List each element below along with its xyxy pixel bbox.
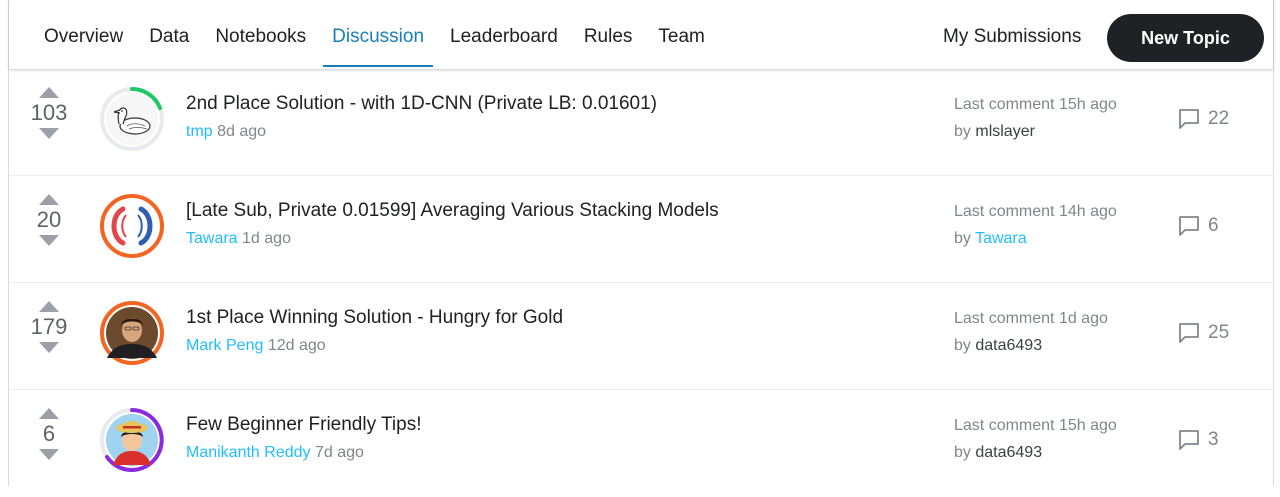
last-comment-label: Last comment — [954, 96, 1055, 113]
by-label: by — [954, 337, 971, 354]
posted-time: 1d ago — [242, 230, 291, 247]
comment-count-link[interactable]: 6 — [1178, 214, 1219, 238]
last-commenter-link[interactable]: data6493 — [975, 337, 1042, 354]
last-commenter-link[interactable]: mlslayer — [975, 123, 1035, 140]
vote-count: 20 — [36, 207, 62, 232]
last-comment-time: 1d ago — [1058, 310, 1108, 327]
last-comment-label: Last comment — [954, 310, 1055, 327]
last-comment-info: Last comment 15h ago — [954, 417, 1117, 435]
by-label: by — [954, 444, 971, 461]
topic-meta: Manikanth Reddy 7d ago — [186, 444, 364, 462]
comment-count: 3 — [1208, 429, 1219, 450]
upvote-icon[interactable] — [39, 301, 59, 312]
author-link[interactable]: Tawara — [186, 230, 238, 247]
vote-widget: 20 — [28, 188, 70, 258]
comment-bubble-icon — [1179, 216, 1199, 236]
comment-count-link[interactable]: 22 — [1178, 107, 1229, 131]
comment-count: 25 — [1208, 322, 1230, 343]
comment-count-link[interactable]: 3 — [1178, 428, 1219, 452]
anime-character-avatar[interactable] — [99, 407, 165, 473]
topic-list: 103 2nd Place Solution - with 1D-CNN (Pr… — [9, 69, 1273, 497]
vote-widget: 179 — [28, 295, 70, 365]
tab-overview[interactable]: Overview — [31, 0, 136, 69]
last-comment-by: by data6493 — [954, 337, 1042, 355]
upvote-icon[interactable] — [39, 408, 59, 419]
upvote-icon[interactable] — [39, 87, 59, 98]
tab-rules[interactable]: Rules — [571, 0, 646, 69]
comment-bubble-icon — [1179, 323, 1199, 343]
topic-row: 20 [Late Sub, Private 0.01599] Averaging… — [9, 176, 1273, 283]
topic-title[interactable]: 1st Place Winning Solution - Hungry for … — [186, 307, 563, 329]
by-label: by — [954, 123, 971, 140]
competition-nav: Overview Data Notebooks Discussion Leade… — [9, 0, 1273, 69]
vote-count: 6 — [42, 421, 56, 446]
last-commenter-link[interactable]: data6493 — [975, 444, 1042, 461]
vote-count: 103 — [30, 100, 68, 125]
topic-row: 103 2nd Place Solution - with 1D-CNN (Pr… — [9, 69, 1273, 176]
author-link[interactable]: Manikanth Reddy — [186, 444, 311, 461]
topic-title[interactable]: [Late Sub, Private 0.01599] Averaging Va… — [186, 200, 719, 222]
topic-row: 6 Few Beginner Friendly Tips! Manikanth … — [9, 390, 1273, 497]
last-comment-info: Last comment 15h ago — [954, 96, 1117, 114]
last-comment-time: 15h ago — [1058, 96, 1117, 113]
downvote-icon[interactable] — [39, 449, 59, 460]
last-comment-info: Last comment 1d ago — [954, 310, 1108, 328]
nav-tabs: Overview Data Notebooks Discussion Leade… — [31, 0, 718, 69]
vote-count: 179 — [30, 314, 68, 339]
last-commenter-link[interactable]: Tawara — [975, 230, 1027, 247]
tab-leaderboard[interactable]: Leaderboard — [437, 0, 571, 69]
comment-count: 22 — [1208, 108, 1230, 129]
duck-sketch-avatar[interactable] — [99, 86, 165, 152]
posted-time: 12d ago — [267, 337, 326, 354]
logo-avatar[interactable] — [99, 193, 165, 259]
last-comment-label: Last comment — [954, 417, 1055, 434]
topic-row: 179 1st Place Winning Solution - Hungry … — [9, 283, 1273, 390]
last-comment-by: by mlslayer — [954, 123, 1035, 141]
upvote-icon[interactable] — [39, 194, 59, 205]
by-label: by — [954, 230, 971, 247]
comment-bubble-icon — [1179, 430, 1199, 450]
last-comment-info: Last comment 14h ago — [954, 203, 1117, 221]
topic-meta: Mark Peng 12d ago — [186, 337, 326, 355]
last-comment-by: by data6493 — [954, 444, 1042, 462]
topic-meta: Tawara 1d ago — [186, 230, 291, 248]
vote-widget: 6 — [28, 402, 70, 472]
downvote-icon[interactable] — [39, 235, 59, 246]
author-link[interactable]: tmp — [186, 123, 213, 140]
last-comment-time: 15h ago — [1058, 417, 1117, 434]
tab-notebooks[interactable]: Notebooks — [202, 0, 319, 69]
tab-discussion[interactable]: Discussion — [319, 0, 437, 69]
my-submissions-link[interactable]: My Submissions — [943, 0, 1081, 69]
tab-team[interactable]: Team — [645, 0, 717, 69]
topic-title[interactable]: 2nd Place Solution - with 1D-CNN (Privat… — [186, 93, 657, 115]
page-frame: Overview Data Notebooks Discussion Leade… — [8, 0, 1274, 486]
last-comment-time: 14h ago — [1058, 203, 1117, 220]
new-topic-button[interactable]: New Topic — [1107, 14, 1264, 62]
comment-bubble-icon — [1179, 109, 1199, 129]
author-link[interactable]: Mark Peng — [186, 337, 263, 354]
topic-meta: tmp 8d ago — [186, 123, 266, 141]
tab-data[interactable]: Data — [136, 0, 202, 69]
downvote-icon[interactable] — [39, 128, 59, 139]
topic-title[interactable]: Few Beginner Friendly Tips! — [186, 414, 422, 436]
downvote-icon[interactable] — [39, 342, 59, 353]
last-comment-label: Last comment — [954, 203, 1055, 220]
posted-time: 8d ago — [217, 123, 267, 140]
posted-time: 7d ago — [314, 444, 364, 461]
comment-count-link[interactable]: 25 — [1178, 321, 1229, 345]
person-photo-avatar[interactable] — [99, 300, 165, 366]
comment-count: 6 — [1208, 215, 1219, 236]
last-comment-by: by Tawara — [954, 230, 1027, 248]
vote-widget: 103 — [28, 81, 70, 151]
